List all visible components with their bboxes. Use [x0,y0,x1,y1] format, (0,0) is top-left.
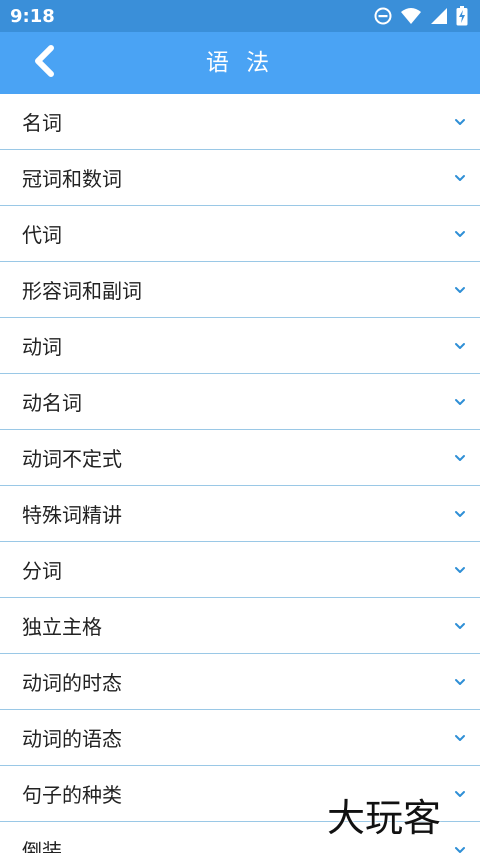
list-item-label: 句子的种类 [22,783,122,807]
list-item[interactable]: 句子的种类 [0,766,480,822]
list-item-label: 形容词和副词 [22,279,142,303]
list-item-label: 动词的语态 [22,727,122,751]
list-item-label: 独立主格 [22,615,102,639]
chevron-down-icon [454,790,466,798]
chevron-down-icon [454,398,466,406]
chevron-down-icon [454,230,466,238]
chevron-down-icon [454,118,466,126]
chevron-down-icon [454,286,466,294]
chevron-down-icon [454,510,466,518]
app-bar: 语 法 [0,32,480,94]
list-item-label: 代词 [22,223,62,247]
status-time: 9:18 [10,5,55,27]
battery-charging-icon [456,6,468,26]
list-item[interactable]: 倒装 [0,822,480,853]
list-item-label: 冠词和数词 [22,167,122,191]
chevron-down-icon [454,734,466,742]
do-not-disturb-icon [374,7,392,25]
list-item[interactable]: 动词的语态 [0,710,480,766]
list-item-label: 分词 [22,559,62,583]
list-item[interactable]: 形容词和副词 [0,262,480,318]
grammar-topic-list[interactable]: 名词 冠词和数词 代词 形容词和副词 动词 动名词 动词不定式 特殊词精讲 分词… [0,94,480,853]
list-item-label: 倒装 [22,839,62,853]
list-item[interactable]: 冠词和数词 [0,150,480,206]
list-item[interactable]: 代词 [0,206,480,262]
chevron-down-icon [454,846,466,853]
list-item-label: 动词 [22,335,62,359]
chevron-down-icon [454,454,466,462]
list-item-label: 动词不定式 [22,447,122,471]
list-item[interactable]: 独立主格 [0,598,480,654]
chevron-left-icon [31,44,57,82]
list-item[interactable]: 动词不定式 [0,430,480,486]
list-item-label: 特殊词精讲 [22,503,122,527]
chevron-down-icon [454,174,466,182]
chevron-down-icon [454,342,466,350]
wifi-icon [400,7,422,25]
list-item[interactable]: 名词 [0,94,480,150]
list-item-label: 动词的时态 [22,671,122,695]
page-title: 语 法 [205,50,275,76]
list-item[interactable]: 分词 [0,542,480,598]
chevron-down-icon [454,622,466,630]
status-bar: 9:18 [0,0,480,32]
list-item-label: 动名词 [22,391,82,415]
chevron-down-icon [454,566,466,574]
list-item-label: 名词 [22,111,62,135]
back-button[interactable] [20,40,68,86]
list-item[interactable]: 动词 [0,318,480,374]
status-icons [374,6,468,26]
list-item[interactable]: 动词的时态 [0,654,480,710]
cellular-signal-icon [430,7,448,25]
list-item[interactable]: 特殊词精讲 [0,486,480,542]
chevron-down-icon [454,678,466,686]
list-item[interactable]: 动名词 [0,374,480,430]
